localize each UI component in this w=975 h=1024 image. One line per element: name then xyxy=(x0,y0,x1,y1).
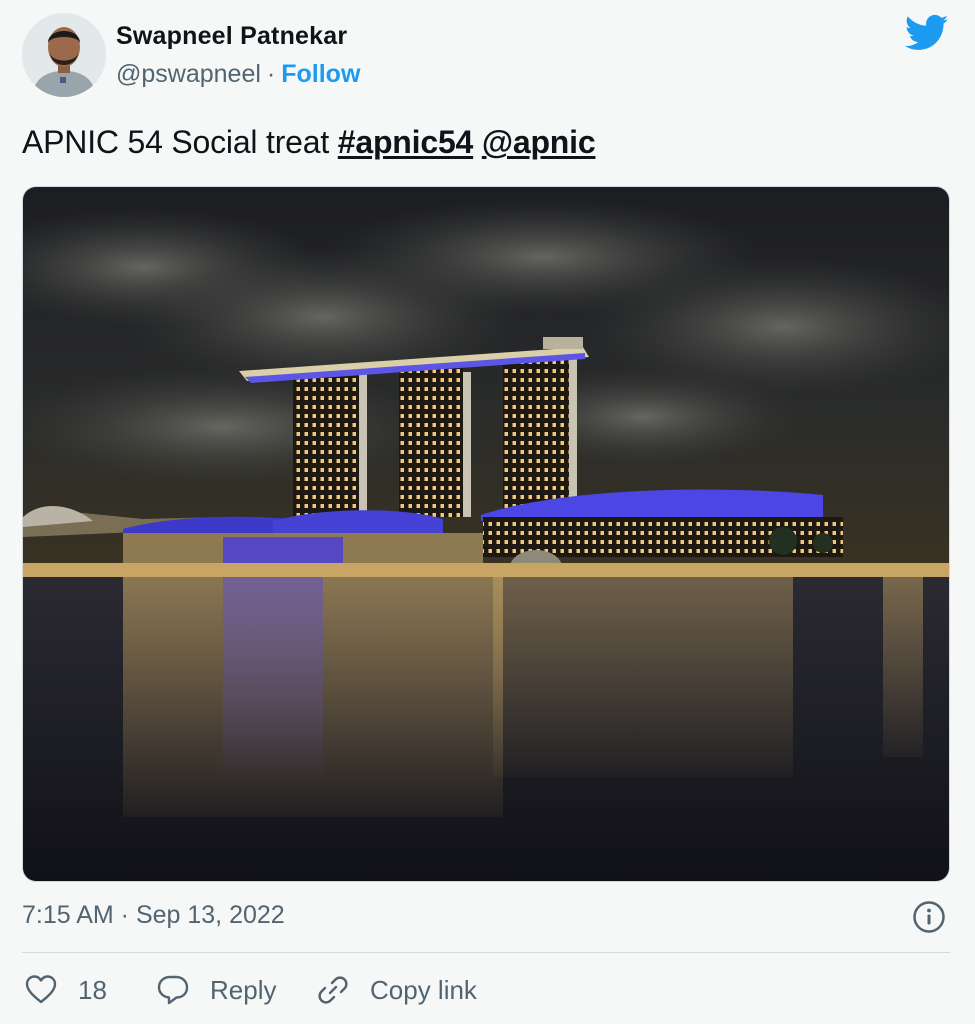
reply-label: Reply xyxy=(210,974,277,1005)
tweet-embed: Swapneel Patnekar @pswapneel · Follow APNI… xyxy=(0,0,975,1024)
mention-link[interactable]: @apnic xyxy=(482,124,596,160)
author-handle[interactable]: @pswapneel xyxy=(116,60,261,88)
tweet-body: APNIC 54 Social treat xyxy=(22,124,330,160)
copy-link-label: Copy link xyxy=(370,974,477,1005)
author-name[interactable]: Swapneel Patnekar xyxy=(116,22,347,51)
hashtag-link[interactable]: #apnic54 xyxy=(338,124,474,160)
link-icon xyxy=(316,973,350,1007)
info-icon[interactable] xyxy=(912,900,946,934)
reply-bubble-icon xyxy=(156,973,190,1007)
tweet-photo[interactable] xyxy=(22,186,950,882)
separator-dot: · xyxy=(266,60,276,88)
reply-button[interactable]: Reply xyxy=(156,970,276,1010)
copy-link-button[interactable]: Copy link xyxy=(316,970,477,1010)
heart-icon xyxy=(24,973,58,1007)
like-count: 18 xyxy=(78,974,107,1005)
twitter-bird-icon[interactable] xyxy=(905,14,949,52)
tweet-text: APNIC 54 Social treat #apnic54 @apnic xyxy=(22,124,596,161)
divider xyxy=(22,952,950,953)
like-button[interactable]: 18 xyxy=(24,970,107,1010)
follow-button[interactable]: Follow xyxy=(281,60,360,88)
handle-row: @pswapneel · Follow xyxy=(116,60,360,89)
tweet-timestamp[interactable]: 7:15 AM · Sep 13, 2022 xyxy=(22,901,285,930)
avatar[interactable] xyxy=(22,13,106,97)
